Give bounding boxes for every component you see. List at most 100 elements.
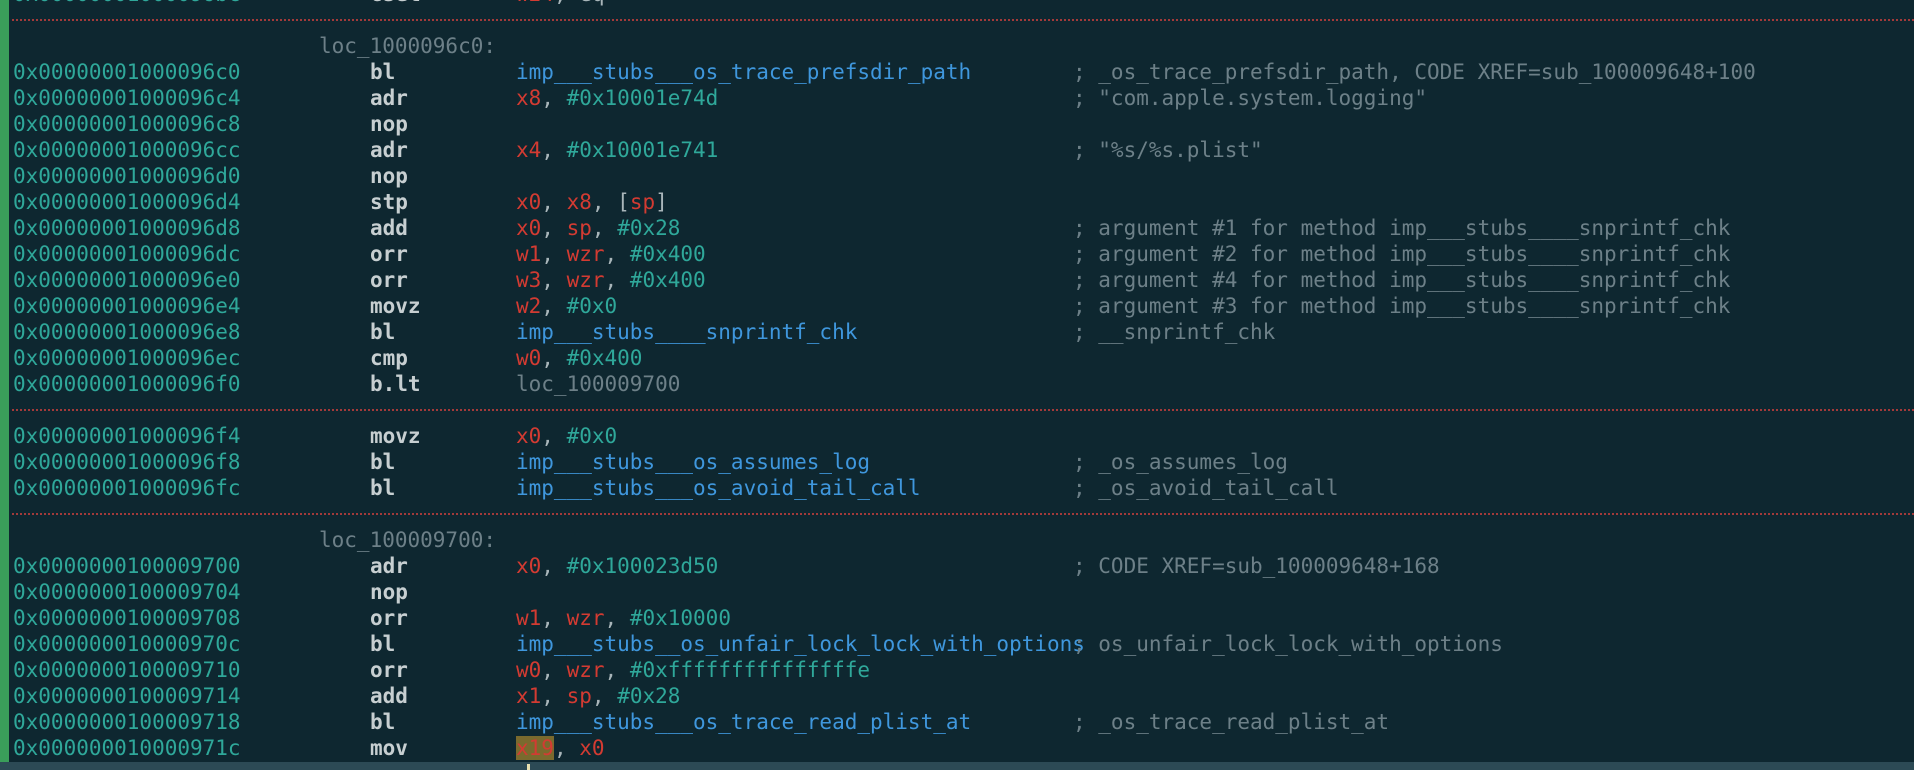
instruction-operands[interactable]: imp___stubs___os_trace_read_plist_at [516,709,971,735]
register-operand[interactable]: wzr [567,268,605,292]
instruction-operands[interactable]: w3, wzr, #0x400 [516,267,706,293]
instruction-mnemonic[interactable]: movz [370,423,421,449]
symbol-reference[interactable]: imp___stubs___os_avoid_tail_call [516,476,921,500]
instruction-mnemonic[interactable]: bl [370,631,395,657]
instruction-row[interactable]: 0x00000001000096c8 nop [0,111,1914,137]
symbol-reference[interactable]: imp___stubs__os_unfair_lock_lock_with_op… [516,632,1085,656]
instruction-row[interactable]: 0x0000000100009718 bl imp___stubs___os_tra… [0,709,1914,735]
instruction-address[interactable]: 0x0000000100009718 [13,709,241,735]
instruction-row[interactable]: 0x00000001000096d0 nop [0,163,1914,189]
instruction-row[interactable]: 0x00000001000096d8 add x0, sp, #0x28 ; argu… [0,215,1914,241]
instruction-row[interactable]: 0x00000001000096e4 movz w2, #0x0 ; argument… [0,293,1914,319]
instruction-operands[interactable]: x0, #0x0 [516,423,617,449]
instruction-address[interactable]: 0x00000001000096fc [13,475,241,501]
register-operand[interactable]: x0 [516,554,541,578]
register-operand[interactable]: w24 [516,0,554,6]
instruction-address[interactable]: 0x00000001000096f8 [13,449,241,475]
instruction-row[interactable]: 0x00000001000096f8 bl imp___stubs___os_ass… [0,449,1914,475]
instruction-address[interactable]: 0x0000000100009714 [13,683,241,709]
instruction-mnemonic[interactable]: adr [370,553,408,579]
instruction-mnemonic[interactable]: csel [370,0,421,7]
register-operand[interactable]: wzr [567,606,605,630]
instruction-mnemonic[interactable]: orr [370,267,408,293]
register-operand[interactable]: x0 [516,424,541,448]
instruction-operands[interactable]: x4, #0x10001e741 [516,137,718,163]
instruction-mnemonic[interactable]: bl [370,319,395,345]
instruction-row[interactable]: 0x00000001000096d4 stp x0, x8, [sp] [0,189,1914,215]
instruction-address[interactable]: 0x0000000100009708 [13,605,241,631]
instruction-mnemonic[interactable]: bl [370,59,395,85]
instruction-row[interactable]: 0x0000000100009704 nop [0,579,1914,605]
instruction-operands[interactable]: w2, #0x0 [516,293,617,319]
symbol-reference[interactable]: imp___stubs___os_trace_read_plist_at [516,710,971,734]
instruction-mnemonic[interactable]: orr [370,241,408,267]
instruction-operands[interactable]: imp___stubs____snprintf_chk [516,319,857,345]
instruction-row[interactable]: 0x0000000100009708 orr w1, wzr, #0x10000 [0,605,1914,631]
highlighted-register-operand[interactable]: x19 [516,736,554,760]
instruction-address[interactable]: 0x00000001000096d0 [13,163,241,189]
instruction-row[interactable]: 0x00000001000096dc orr w1, wzr, #0x400 ; ar… [0,241,1914,267]
register-operand[interactable]: w1 [516,242,541,266]
horizontal-scrollbar-track[interactable] [0,762,1914,770]
instruction-address[interactable]: 0x00000001000096e0 [13,267,241,293]
register-operand[interactable]: w1 [516,606,541,630]
register-operand[interactable]: sp [567,216,592,240]
code-label[interactable]: loc_1000096c0: [319,33,496,59]
instruction-operands[interactable]: imp___stubs___os_trace_prefsdir_path [516,59,971,85]
register-operand[interactable]: w0 [516,658,541,682]
instruction-mnemonic[interactable]: bl [370,449,395,475]
instruction-mnemonic[interactable]: adr [370,137,408,163]
instruction-address[interactable]: 0x00000001000096f0 [13,371,241,397]
instruction-operands[interactable]: x19, x0 [516,735,605,761]
register-operand[interactable]: w3 [516,268,541,292]
instruction-operands[interactable]: x8, #0x10001e74d [516,85,718,111]
instruction-operands[interactable]: imp___stubs___os_assumes_log [516,449,870,475]
instruction-address[interactable]: 0x00000001000096dc [13,241,241,267]
instruction-row[interactable]: 0x00000001000096ec cmp w0, #0x400 [0,345,1914,371]
instruction-address[interactable]: 0x00000001000096c8 [13,111,241,137]
disassembly-view[interactable]: 0x00000001000096bc csel w24, eq loc_1000096… [0,0,1914,770]
instruction-row[interactable]: 0x000000010000971c mov x19, x0 [0,735,1914,761]
label-reference[interactable]: loc_100009700 [516,372,680,396]
code-label[interactable]: loc_100009700: [319,527,496,553]
instruction-mnemonic[interactable]: stp [370,189,408,215]
instruction-address[interactable]: 0x0000000100009710 [13,657,241,683]
instruction-mnemonic[interactable]: nop [370,579,408,605]
symbol-reference[interactable]: imp___stubs___os_trace_prefsdir_path [516,60,971,84]
instruction-address[interactable]: 0x00000001000096ec [13,345,241,371]
symbol-reference[interactable]: imp___stubs___os_assumes_log [516,450,870,474]
register-operand[interactable]: x8 [516,86,541,110]
register-operand[interactable]: x4 [516,138,541,162]
instruction-operands[interactable]: w24, eq [516,0,605,7]
instruction-address[interactable]: 0x000000010000971c [13,735,241,761]
instruction-mnemonic[interactable]: bl [370,475,395,501]
instruction-address[interactable]: 0x00000001000096c0 [13,59,241,85]
instruction-row[interactable]: 0x000000010000970c bl imp___stubs__os_unfa… [0,631,1914,657]
instruction-mnemonic[interactable]: orr [370,657,408,683]
instruction-row[interactable]: 0x00000001000096c0 bl imp___stubs___os_tra… [0,59,1914,85]
instruction-address[interactable]: 0x00000001000096cc [13,137,241,163]
register-operand[interactable]: w0 [516,346,541,370]
instruction-operands[interactable]: x0, sp, #0x28 [516,215,680,241]
instruction-row[interactable]: 0x00000001000096cc adr x4, #0x10001e741 ; "… [0,137,1914,163]
instruction-address[interactable]: 0x00000001000096e4 [13,293,241,319]
instruction-row[interactable]: 0x0000000100009714 add x1, sp, #0x28 [0,683,1914,709]
register-operand[interactable]: sp [567,684,592,708]
register-operand[interactable]: x0 [516,216,541,240]
instruction-operands[interactable]: loc_100009700 [516,371,680,397]
instruction-mnemonic[interactable]: add [370,215,408,241]
instruction-row[interactable]: 0x00000001000096bc csel w24, eq [0,0,1914,7]
instruction-operands[interactable]: x0, #0x100023d50 [516,553,718,579]
instruction-mnemonic[interactable]: mov [370,735,408,761]
instruction-operands[interactable]: imp___stubs___os_avoid_tail_call [516,475,921,501]
instruction-mnemonic[interactable]: nop [370,163,408,189]
register-operand[interactable]: x0 [516,190,541,214]
instruction-address[interactable]: 0x00000001000096c4 [13,85,241,111]
instruction-address[interactable]: 0x0000000100009700 [13,553,241,579]
instruction-operands[interactable]: w0, wzr, #0xfffffffffffffffe [516,657,870,683]
instruction-operands[interactable]: w1, wzr, #0x10000 [516,605,731,631]
instruction-operands[interactable]: x0, x8, [sp] [516,189,668,215]
register-operand[interactable]: w2 [516,294,541,318]
instruction-mnemonic[interactable]: nop [370,111,408,137]
instruction-address[interactable]: 0x00000001000096f4 [13,423,241,449]
